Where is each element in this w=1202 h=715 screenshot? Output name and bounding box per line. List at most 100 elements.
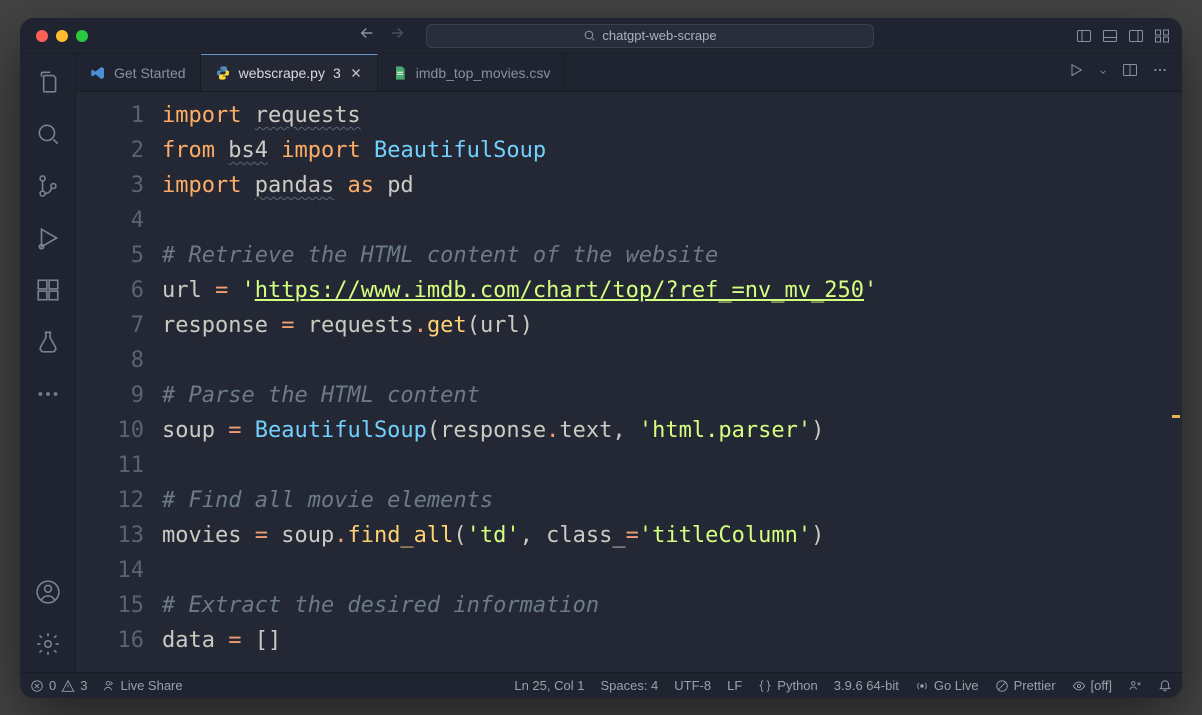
go-live-status[interactable]: Go Live — [915, 678, 979, 693]
tab-csv[interactable]: imdb_top_movies.csv — [378, 54, 566, 91]
error-icon — [30, 679, 44, 693]
cursor-position[interactable]: Ln 25, Col 1 — [514, 678, 584, 693]
encoding-status[interactable]: UTF-8 — [674, 678, 711, 693]
code-line[interactable]: from bs4 import BeautifulSoup — [162, 133, 1168, 168]
indentation-status[interactable]: Spaces: 4 — [600, 678, 658, 693]
overview-ruler[interactable] — [1168, 92, 1182, 672]
line-number: 8 — [76, 343, 144, 378]
go-live-label: Go Live — [934, 678, 979, 693]
run-dropdown-icon[interactable] — [1098, 64, 1108, 82]
code-line[interactable] — [162, 343, 1168, 378]
editor-actions — [1068, 54, 1182, 91]
search-activity-icon[interactable] — [34, 120, 62, 148]
code-line[interactable]: movies = soup.find_all('td', class_='tit… — [162, 518, 1168, 553]
code-content[interactable]: import requestsfrom bs4 import Beautiful… — [162, 92, 1168, 672]
line-number: 5 — [76, 238, 144, 273]
error-count: 0 — [49, 678, 56, 693]
csv-file-icon — [392, 65, 408, 81]
python-interpreter[interactable]: 3.9.6 64-bit — [834, 678, 899, 693]
code-editor[interactable]: 12345678910111213141516 import requestsf… — [76, 92, 1182, 672]
code-line[interactable]: # Find all movie elements — [162, 483, 1168, 518]
code-line[interactable]: soup = BeautifulSoup(response.text, 'htm… — [162, 413, 1168, 448]
titlebar: chatgpt-web-scrape — [20, 18, 1182, 54]
line-number: 10 — [76, 413, 144, 448]
line-number: 12 — [76, 483, 144, 518]
nav-arrows — [358, 24, 406, 47]
screencast-status[interactable]: [off] — [1072, 678, 1112, 693]
prettier-label: Prettier — [1014, 678, 1056, 693]
toggle-secondary-sidebar-icon[interactable] — [1128, 28, 1144, 44]
customize-layout-icon[interactable] — [1154, 28, 1170, 44]
eye-icon — [1072, 679, 1086, 693]
code-line[interactable] — [162, 448, 1168, 483]
code-line[interactable] — [162, 203, 1168, 238]
code-line[interactable]: data = [] — [162, 623, 1168, 658]
tab-webscrape[interactable]: webscrape.py 3 — [201, 54, 378, 91]
language-mode[interactable]: Python — [758, 678, 817, 693]
live-share-label: Live Share — [120, 678, 182, 693]
line-number: 9 — [76, 378, 144, 413]
eol-status[interactable]: LF — [727, 678, 742, 693]
toggle-panel-icon[interactable] — [1102, 28, 1118, 44]
window-close-button[interactable] — [36, 30, 48, 42]
explorer-icon[interactable] — [34, 68, 62, 96]
nav-back-button[interactable] — [358, 24, 376, 47]
line-number: 4 — [76, 203, 144, 238]
code-line[interactable]: # Parse the HTML content — [162, 378, 1168, 413]
toggle-primary-sidebar-icon[interactable] — [1076, 28, 1092, 44]
code-line[interactable]: url = 'https://www.imdb.com/chart/top/?r… — [162, 273, 1168, 308]
line-number: 15 — [76, 588, 144, 623]
testing-icon[interactable] — [34, 328, 62, 356]
accounts-icon[interactable] — [34, 578, 62, 606]
source-control-icon[interactable] — [34, 172, 62, 200]
command-center[interactable]: chatgpt-web-scrape — [426, 24, 874, 48]
prettier-status[interactable]: Prettier — [995, 678, 1056, 693]
more-icon[interactable] — [34, 380, 62, 408]
code-line[interactable]: # Extract the desired information — [162, 588, 1168, 623]
code-line[interactable] — [162, 553, 1168, 588]
run-debug-icon[interactable] — [34, 224, 62, 252]
split-editor-icon[interactable] — [1122, 62, 1138, 83]
feedback-icon[interactable] — [1128, 679, 1142, 693]
tab-label: imdb_top_movies.csv — [416, 65, 551, 81]
problems-status[interactable]: 0 3 — [30, 678, 87, 693]
status-bar: 0 3 Live Share Ln 25, Col 1 Spaces: 4 UT… — [20, 672, 1182, 698]
line-number: 16 — [76, 623, 144, 658]
screencast-label: [off] — [1091, 678, 1112, 693]
braces-icon — [758, 679, 772, 693]
warning-icon — [61, 679, 75, 693]
language-label: Python — [777, 678, 817, 693]
close-icon[interactable] — [349, 66, 363, 80]
python-icon — [215, 65, 231, 81]
main-area: Get Started webscrape.py 3 imdb_top_movi… — [20, 54, 1182, 672]
code-line[interactable]: response = requests.get(url) — [162, 308, 1168, 343]
line-number: 11 — [76, 448, 144, 483]
tab-get-started[interactable]: Get Started — [76, 54, 201, 91]
run-file-button[interactable] — [1068, 62, 1084, 83]
line-number: 3 — [76, 168, 144, 203]
overview-mark — [1172, 415, 1180, 418]
project-name: chatgpt-web-scrape — [602, 28, 716, 43]
line-number: 1 — [76, 98, 144, 133]
tab-label: Get Started — [114, 65, 186, 81]
broadcast-icon — [915, 679, 929, 693]
code-line[interactable]: # Retrieve the HTML content of the websi… — [162, 238, 1168, 273]
prohibited-icon — [995, 679, 1009, 693]
vscode-icon — [90, 65, 106, 81]
nav-forward-button[interactable] — [388, 24, 406, 47]
vscode-window: chatgpt-web-scrape — [20, 18, 1182, 698]
code-line[interactable]: import pandas as pd — [162, 168, 1168, 203]
settings-gear-icon[interactable] — [34, 630, 62, 658]
extensions-icon[interactable] — [34, 276, 62, 304]
line-number: 6 — [76, 273, 144, 308]
notifications-icon[interactable] — [1158, 679, 1172, 693]
more-actions-icon[interactable] — [1152, 62, 1168, 83]
live-share-status[interactable]: Live Share — [101, 678, 182, 693]
tab-label: webscrape.py — [239, 65, 325, 81]
code-line[interactable]: import requests — [162, 98, 1168, 133]
titlebar-layout-controls — [1076, 28, 1170, 44]
window-maximize-button[interactable] — [76, 30, 88, 42]
activity-bar — [20, 54, 76, 672]
tab-bar: Get Started webscrape.py 3 imdb_top_movi… — [76, 54, 1182, 92]
window-minimize-button[interactable] — [56, 30, 68, 42]
